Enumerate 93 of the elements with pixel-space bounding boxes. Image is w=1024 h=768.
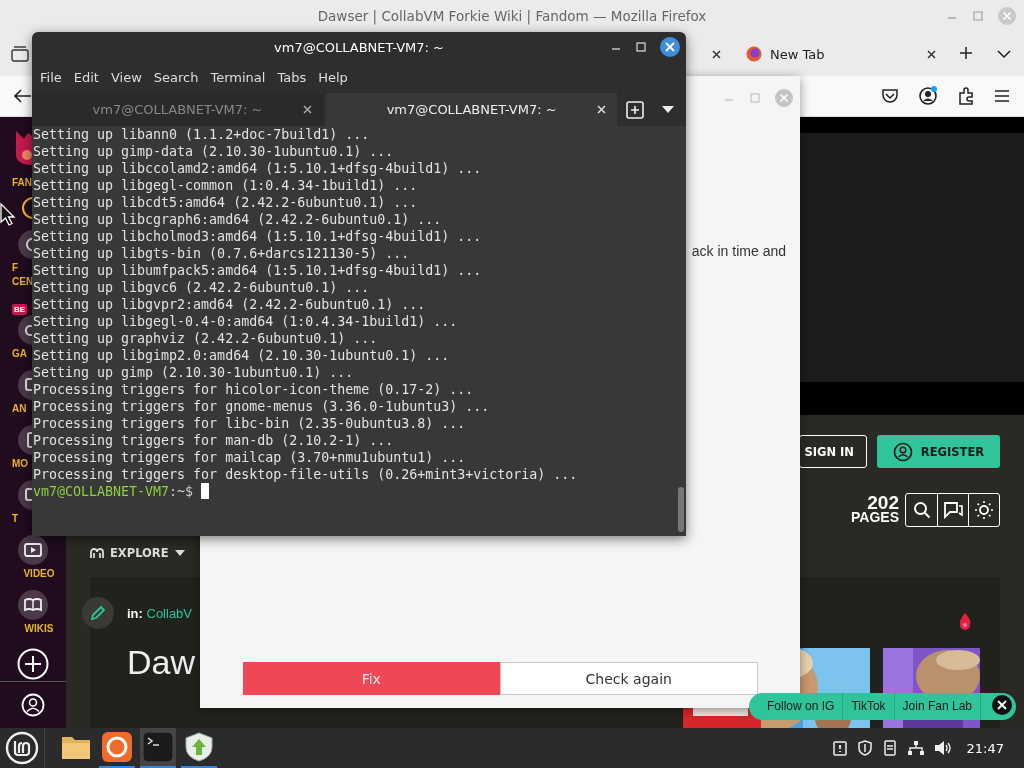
- beta-badge: BE: [12, 304, 28, 315]
- terminal-line: Setting up libgvc6 (2.42.2-6ubuntu0.1) ...: [33, 279, 371, 296]
- menu-item[interactable]: File: [35, 70, 67, 85]
- menu-item[interactable]: Tabs: [272, 70, 312, 85]
- explore-icon: [90, 547, 104, 559]
- tab-close-icon[interactable]: [711, 48, 722, 60]
- menu-item[interactable]: Search: [148, 70, 204, 85]
- video-play-icon: [18, 535, 48, 565]
- terminal-line: Setting up libumfpack5:amd64 (1:5.10.1+dfsg-4build1) ...: [33, 262, 483, 279]
- terminal-line: Setting up graphviz (2.42.2-6ubuntu0.1) ...: [33, 330, 379, 347]
- explore-menu[interactable]: EXPLORE: [90, 545, 185, 561]
- scrollbar-thumb[interactable]: [678, 487, 684, 532]
- page-count: 202: [867, 495, 899, 510]
- terminal-line: Setting up libgimp2.0:amd64 (2.10.30-1ubuntu0.1) ...: [33, 347, 451, 364]
- terminal-line: Processing triggers for libc-bin (2.35-0ubuntu3.8) ...: [33, 415, 467, 432]
- check-again-button[interactable]: Check again: [499, 662, 758, 695]
- pencil-icon[interactable]: [89, 604, 107, 622]
- ring-icon: [21, 196, 32, 220]
- terminal-tab[interactable]: vm7@COLLABNET-VM7: ~: [32, 93, 324, 126]
- window-title: Dawser | CollabVM Forkie Wiki | Fandom — Mozilla Firefox: [317, 8, 707, 24]
- logo-icon: [746, 46, 762, 62]
- chevron-down-icon[interactable]: [997, 49, 1011, 59]
- register-button[interactable]: REGISTER: [877, 435, 1000, 468]
- puzzle-icon[interactable]: [957, 87, 975, 105]
- terminal-icon: [143, 732, 173, 762]
- terminal-prompt: vm7@COLLABNET-VM7:~$: [33, 483, 686, 500]
- avatar-icon[interactable]: [21, 693, 45, 717]
- search-icon: [912, 501, 931, 519]
- terminal-line: Processing triggers for man-db (2.10.2-1) ...: [33, 432, 395, 449]
- caret-icon: [174, 550, 185, 556]
- tab-list-icon[interactable]: [11, 46, 29, 62]
- flame-icon: [958, 612, 972, 630]
- user-circle-icon: [892, 441, 913, 462]
- menu-item[interactable]: Help: [313, 70, 353, 85]
- social-link[interactable]: Join Fan Lab: [894, 693, 981, 720]
- volume-icon[interactable]: [933, 740, 952, 756]
- dialog-text: ack in time and: [691, 243, 787, 259]
- shield-arrow-icon: [185, 732, 213, 762]
- breadcrumb-link[interactable]: CollabV: [146, 605, 193, 621]
- terminal-line: Setting up libccolamd2:amd64 (1:5.10.1+dfsg-4build1) ...: [33, 160, 483, 177]
- menu-item[interactable]: View: [105, 70, 147, 85]
- flame-logo-icon: [16, 129, 32, 165]
- terminal-line: Setting up gimp-data (2.10.30-1ubuntu0.1) ...: [33, 143, 395, 160]
- clipboard-icon[interactable]: [831, 740, 848, 756]
- terminal-line: Processing triggers for hicolor-icon-theme (0.17-2) ...: [33, 381, 475, 398]
- tab-close-icon[interactable]: [302, 104, 314, 115]
- folder-icon: [61, 734, 91, 760]
- plus-circle-icon: [17, 648, 49, 680]
- document-icon[interactable]: [881, 740, 898, 756]
- terminal-line: Setting up libgvpr2:amd64 (2.42.2-6ubuntu0.1) ...: [33, 296, 427, 313]
- terminal-line: Processing triggers for gnome-menus (3.36.0-1ubuntu3) ...: [33, 398, 491, 415]
- open-book-icon: [18, 590, 48, 620]
- fox-logo-icon: [102, 732, 132, 762]
- terminal-line: Setting up libcgraph6:amd64 (2.42.2-6ubuntu0.1) ...: [33, 211, 443, 228]
- clock: 21:47: [966, 740, 1004, 756]
- terminal-line: Setting up libann0 (1.1.2+doc-7build1) ...: [33, 126, 371, 143]
- account-icon[interactable]: [918, 86, 938, 106]
- start-menu-icon[interactable]: [5, 731, 39, 765]
- terminal-line: Setting up libcdt5:amd64 (2.42.2-6ubuntu0.1) ...: [33, 194, 419, 211]
- dropdown-icon[interactable]: [662, 105, 675, 114]
- page-count-label: PAGES: [851, 510, 899, 525]
- mouse-pointer-icon: [0, 203, 16, 227]
- sidebar-item[interactable]: WIKIS: [0, 590, 66, 645]
- terminal-line: Setting up libgegl-common (1:0.4.34-1build1) ...: [33, 177, 419, 194]
- sidebar-item[interactable]: FAN: [0, 117, 32, 193]
- new-tab-icon[interactable]: [959, 45, 973, 60]
- shield-outline-icon[interactable]: [881, 88, 899, 104]
- terminal-line: Processing triggers for mailcap (3.70+nmu1ubuntu1) ...: [33, 449, 467, 466]
- breadcrumb: in: CollabV: [127, 605, 193, 621]
- tab-close-icon[interactable]: [926, 48, 937, 60]
- terminal-line: Processing triggers for desktop-file-utils (0.26+mint3+victoria) ...: [33, 466, 579, 483]
- terminal-line: Setting up libgegl-0.4-0:amd64 (1:0.4.34-1build1) ...: [33, 313, 459, 330]
- speech-bubbles-icon: [943, 501, 963, 519]
- terminal-tab[interactable]: vm7@COLLABNET-VM7: ~: [326, 93, 618, 126]
- terminal-line: Setting up gimp (2.10.30-1ubuntu0.1) ...: [33, 364, 355, 381]
- social-link[interactable]: TikTok: [843, 693, 895, 720]
- close-icon[interactable]: [660, 37, 680, 57]
- menu-icon[interactable]: [994, 89, 1010, 103]
- tab-close-icon[interactable]: [596, 104, 608, 115]
- sun-icon: [974, 500, 994, 520]
- window-title: vm7@COLLABNET-VM7: ~: [274, 39, 444, 55]
- terminal-line: Setting up libcholmod3:amd64 (1:5.10.1+dfsg-4build1) ...: [33, 228, 483, 245]
- back-arrow-icon[interactable]: [14, 89, 32, 103]
- sidebar-item[interactable]: GA: [0, 315, 32, 370]
- close-icon[interactable]: [991, 694, 1013, 716]
- terminal-line: Setting up libgts-bin (0.7.6+darcs121130-5) ...: [33, 245, 411, 262]
- shield-icon[interactable]: [856, 740, 873, 756]
- menu-item[interactable]: Terminal: [205, 70, 271, 85]
- page-title: Daw: [127, 643, 196, 682]
- browser-tab[interactable]: New Tab: [734, 37, 949, 71]
- sidebar-item[interactable]: VIDEO: [0, 535, 66, 590]
- network-icon[interactable]: [906, 740, 925, 756]
- menu-item[interactable]: Edit: [68, 70, 104, 85]
